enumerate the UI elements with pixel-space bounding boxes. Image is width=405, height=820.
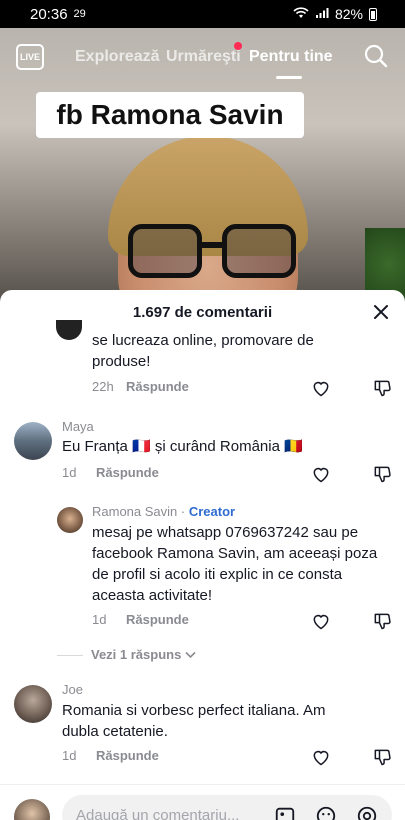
- creator-avatar[interactable]: [57, 507, 83, 533]
- top-navigation: LIVE Explorează Urmăreşti Pentru tine: [0, 28, 405, 86]
- commenter-username[interactable]: Ramona Savin: [92, 504, 177, 519]
- image-icon[interactable]: [274, 805, 296, 820]
- battery-percent: 82%: [334, 6, 363, 22]
- commenter-username[interactable]: Maya: [62, 419, 94, 434]
- comment-meta: 22h Răspunde: [92, 379, 189, 394]
- chevron-down-icon: [185, 651, 196, 658]
- comment-input[interactable]: Adaugă un comentariu...: [62, 795, 392, 820]
- comments-sheet: 1.697 de comentarii se lucreaza online, …: [0, 290, 405, 820]
- comment-meta: 1d Răspunde: [62, 748, 159, 763]
- commenter-username[interactable]: Joe: [62, 682, 83, 697]
- like-heart-icon[interactable]: [311, 378, 331, 398]
- reply-button[interactable]: Răspunde: [96, 465, 159, 480]
- tab-explore[interactable]: Explorează: [75, 48, 159, 66]
- commenter-avatar[interactable]: [14, 422, 52, 460]
- comment-text: Romania si vorbesc perfect italiana. Am …: [62, 702, 326, 740]
- active-tab-indicator: [276, 76, 302, 79]
- commenter-avatar[interactable]: [56, 320, 82, 340]
- comments-count-title: 1.697 de comentarii: [132, 303, 273, 321]
- comment-meta: 1d Răspunde: [62, 465, 159, 480]
- comment-time: 1d: [92, 612, 107, 627]
- tiktok-comments-screen: 20:36 29 82% LIVE Explorează Urmăreşti P…: [0, 0, 405, 820]
- dislike-icon[interactable]: [372, 464, 392, 484]
- comment-time: 1d: [62, 748, 77, 763]
- view-replies-button[interactable]: Vezi 1 răspuns: [91, 647, 196, 662]
- comment-text: se lucreaza online, promovare de produse…: [92, 332, 314, 370]
- emoji-icon[interactable]: [315, 805, 337, 820]
- wifi-icon: [293, 6, 309, 22]
- status-notification-count: 29: [73, 8, 86, 20]
- comment-text: mesaj pe whatsapp 0769637242 sau pe face…: [92, 524, 378, 604]
- mention-icon[interactable]: [356, 805, 378, 820]
- creator-badge: Creator: [188, 504, 236, 519]
- comment-input-bar: Adaugă un comentariu...: [0, 784, 405, 820]
- view-replies-label: Vezi 1 răspuns: [91, 647, 182, 662]
- comment-text: Eu Franța 🇫🇷 și curând România 🇷🇴: [62, 438, 303, 455]
- like-heart-icon[interactable]: [311, 747, 331, 767]
- comment-time: 22h: [92, 379, 114, 394]
- reply-button[interactable]: Răspunde: [96, 748, 159, 763]
- user-avatar: [14, 799, 50, 820]
- tab-following[interactable]: Urmăreşti: [166, 48, 241, 66]
- comment-time: 1d: [62, 465, 77, 480]
- like-heart-icon[interactable]: [311, 464, 331, 484]
- comment-input-placeholder: Adaugă un comentariu...: [76, 806, 240, 820]
- comment-meta: 1d Răspunde: [92, 612, 189, 627]
- search-icon[interactable]: [364, 44, 388, 68]
- live-icon[interactable]: LIVE: [16, 44, 44, 70]
- live-label: LIVE: [19, 52, 40, 62]
- close-icon[interactable]: [373, 304, 389, 320]
- video-overlay-caption: fb Ramona Savin: [36, 92, 304, 138]
- battery-icon: [369, 7, 377, 21]
- tab-for-you[interactable]: Pentru tine: [249, 48, 333, 66]
- status-bar: 20:36 29 82%: [0, 0, 405, 28]
- status-time: 20:36: [30, 5, 68, 23]
- reply-button[interactable]: Răspunde: [126, 612, 189, 627]
- video-glasses: [128, 224, 296, 284]
- like-heart-icon[interactable]: [311, 611, 331, 631]
- creator-username-line: Ramona Savin · Creator: [92, 504, 236, 519]
- following-notification-dot: [234, 42, 242, 50]
- dislike-icon[interactable]: [372, 747, 392, 767]
- signal-icon: [315, 6, 329, 22]
- dislike-icon[interactable]: [372, 611, 392, 631]
- commenter-avatar[interactable]: [14, 685, 52, 723]
- replies-divider: [57, 655, 83, 656]
- reply-button[interactable]: Răspunde: [126, 379, 189, 394]
- dislike-icon[interactable]: [372, 378, 392, 398]
